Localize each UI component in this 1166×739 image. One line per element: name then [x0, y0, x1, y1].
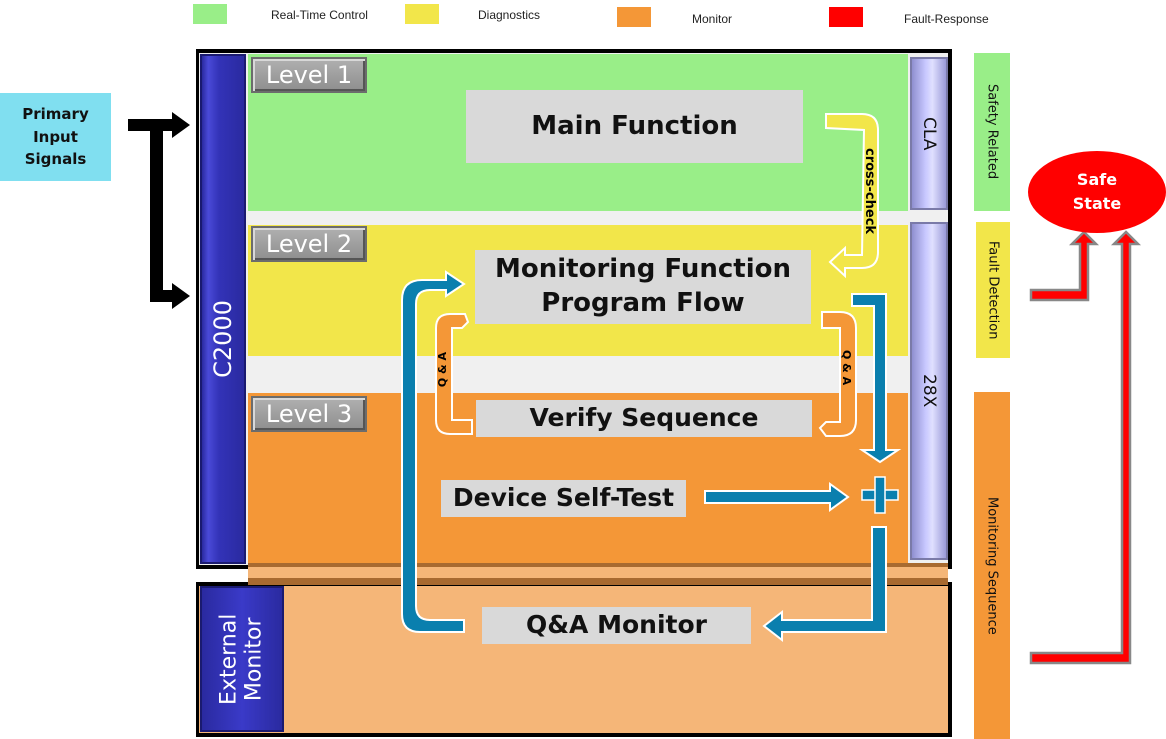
fault-detection-label: Fault Detection: [985, 240, 1001, 340]
plus-icon: [861, 476, 899, 514]
monitoring-to-sum-arrow: [851, 293, 902, 464]
fault-detection-to-safe-state-arrow: [1029, 230, 1100, 302]
qa-left-label: Q & A: [436, 352, 449, 388]
qa-right-label: Q & A: [840, 350, 853, 386]
safe-state-ellipse: Safe State: [1028, 151, 1166, 233]
sum-to-qa-monitor-arrow: [762, 526, 887, 643]
cross-check-label: cross-check: [862, 148, 877, 235]
monitoring-sequence-bar: Monitoring Sequence: [974, 392, 1010, 739]
safe-state-line2: State: [1072, 194, 1122, 213]
monitoring-sequence-label: Monitoring Sequence: [984, 496, 1000, 635]
fault-detection-bar: Fault Detection: [976, 222, 1010, 358]
safe-state-line1: Safe: [1076, 170, 1118, 189]
self-test-to-sum-arrow: [704, 482, 850, 512]
safety-related-bar: Safety Related: [974, 53, 1010, 211]
safety-related-label: Safety Related: [984, 84, 1000, 180]
input-bracket-arrow: [128, 112, 190, 309]
